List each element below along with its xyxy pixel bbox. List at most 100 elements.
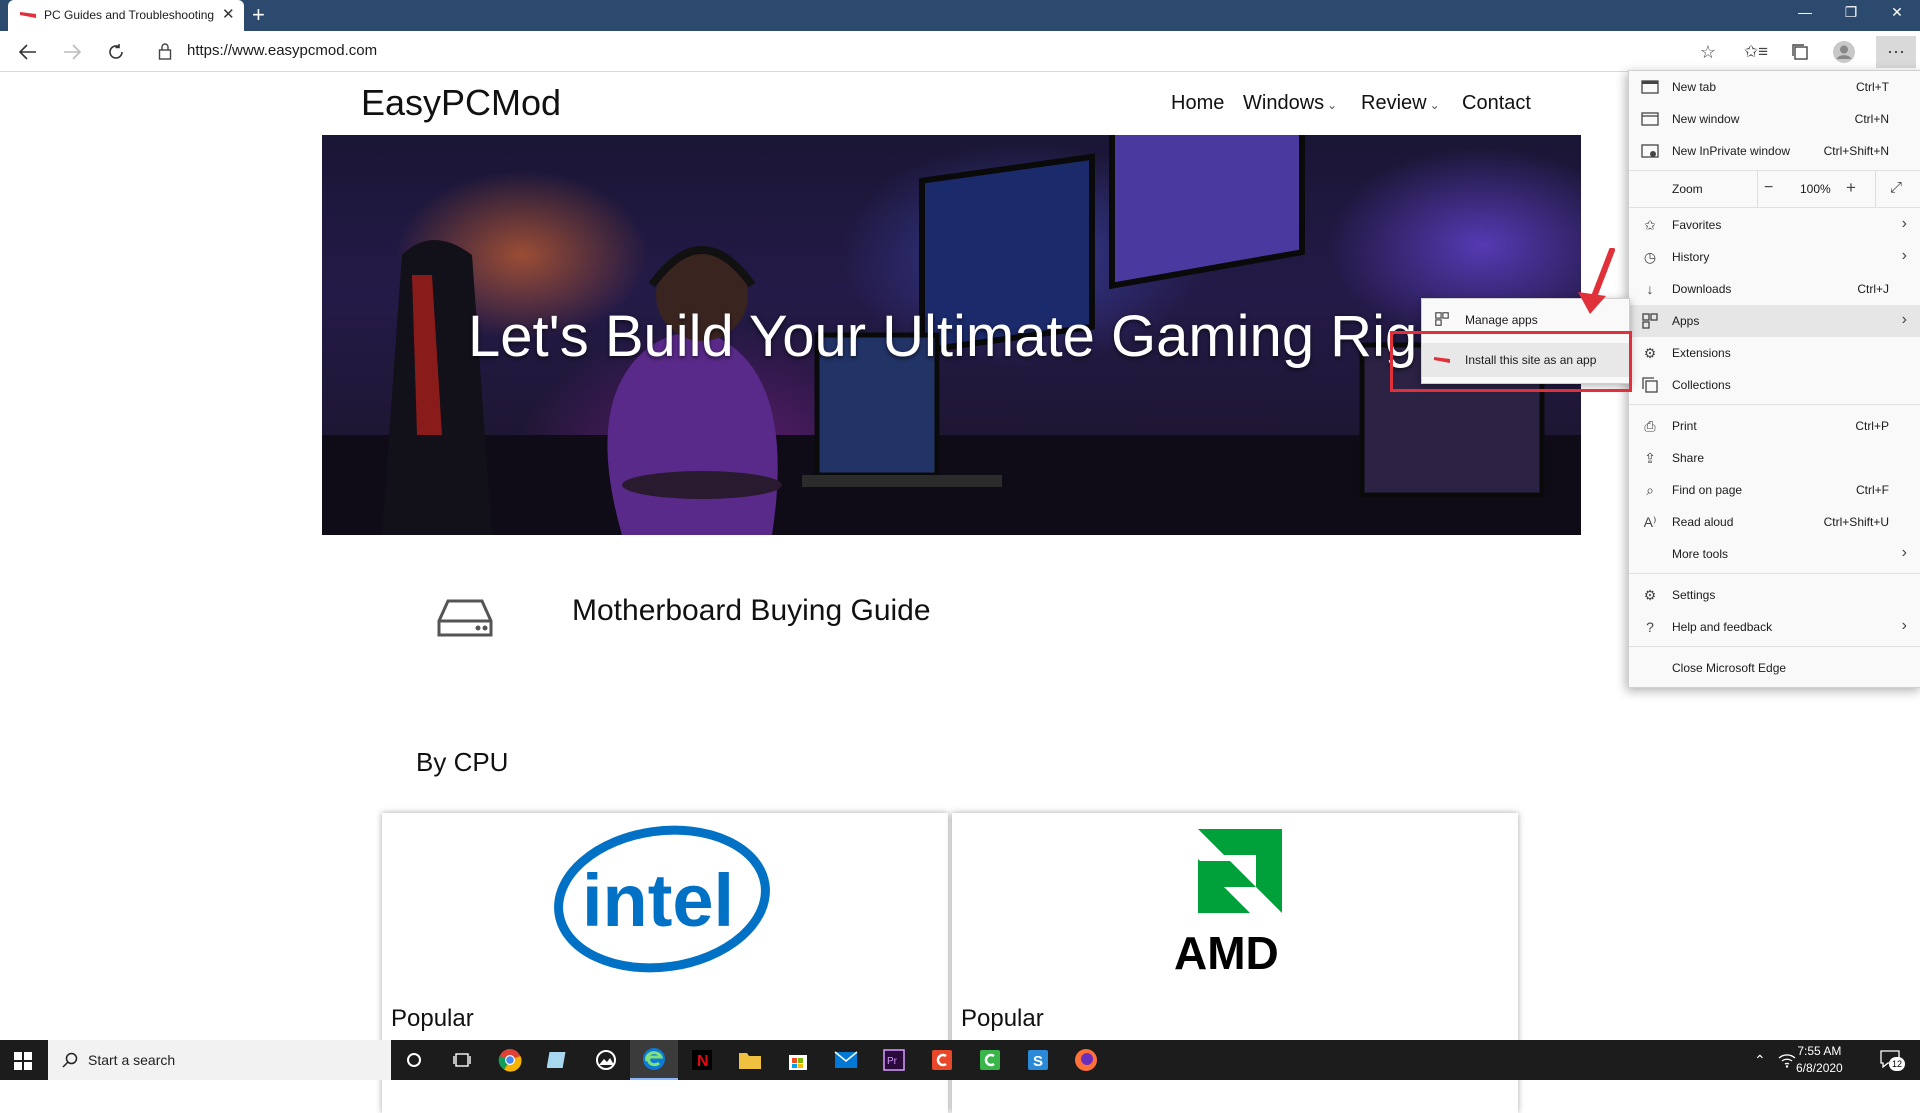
- nav-home[interactable]: Home: [1171, 92, 1224, 115]
- taskbar-xbox[interactable]: [582, 1040, 630, 1080]
- shortcut-text: Ctrl+T: [1856, 80, 1889, 94]
- menu-item-label: Settings: [1672, 588, 1716, 602]
- add-favorite-button[interactable]: ☆: [1694, 40, 1722, 64]
- close-window-button[interactable]: ✕: [1874, 0, 1920, 31]
- site-logo-title[interactable]: EasyPCMod: [361, 82, 561, 124]
- zoom-level: 100%: [1800, 182, 1831, 196]
- shortcut-text: Ctrl+Shift+N: [1823, 144, 1889, 158]
- edge-icon: [643, 1048, 665, 1070]
- taskbar-premiere[interactable]: Pr: [870, 1040, 918, 1080]
- green-c-app-icon: [980, 1050, 1000, 1070]
- taskbar-firefox[interactable]: [1062, 1040, 1110, 1080]
- blue-s-app-icon: S: [1028, 1050, 1048, 1070]
- action-center-button[interactable]: 12: [1880, 1048, 1905, 1072]
- settings-and-more-button[interactable]: ···: [1876, 36, 1916, 68]
- menu-item-label: Apps: [1672, 314, 1700, 328]
- menu-favorites[interactable]: ✩ Favorites ›: [1629, 209, 1920, 241]
- show-hidden-icons-chevron-icon[interactable]: ⌃: [1754, 1052, 1766, 1069]
- menu-new-window[interactable]: New window Ctrl+N: [1629, 103, 1920, 135]
- menu-item-label: Zoom: [1672, 182, 1703, 196]
- favorites-button[interactable]: ✩≡: [1742, 40, 1770, 64]
- menu-item-label: Help and feedback: [1672, 620, 1773, 634]
- shortcut-text: Ctrl+P: [1855, 419, 1889, 433]
- taskbar-netflix[interactable]: N: [678, 1040, 726, 1080]
- taskbar-file-explorer[interactable]: [726, 1040, 774, 1080]
- amd-logo: AMD: [1174, 829, 1282, 979]
- menu-collections[interactable]: Collections: [1629, 369, 1920, 401]
- profile-button[interactable]: [1830, 40, 1858, 64]
- tab-close-icon[interactable]: ✕: [222, 5, 235, 23]
- taskbar-mail[interactable]: [822, 1040, 870, 1080]
- menu-help-feedback[interactable]: ? Help and feedback ›: [1629, 611, 1920, 643]
- menu-print[interactable]: ⎙ Print Ctrl+P: [1629, 410, 1920, 442]
- start-button[interactable]: [0, 1040, 48, 1080]
- svg-text:N: N: [697, 1053, 709, 1070]
- menu-more-tools[interactable]: More tools ›: [1629, 538, 1920, 570]
- taskbar-search-box[interactable]: Start a search: [48, 1040, 391, 1080]
- svg-text:Pr: Pr: [887, 1056, 898, 1067]
- menu-settings[interactable]: ⚙ Settings: [1629, 579, 1920, 611]
- zoom-out-button[interactable]: −: [1764, 179, 1773, 197]
- nav-review[interactable]: Review ⌄: [1361, 92, 1440, 115]
- fullscreen-expand-icon[interactable]: ⤢: [1890, 179, 1902, 196]
- lock-icon[interactable]: [158, 42, 172, 60]
- new-tab-button[interactable]: +: [252, 2, 265, 28]
- task-view-button[interactable]: [438, 1040, 486, 1080]
- menu-item-label: More tools: [1672, 547, 1729, 561]
- favorites-star-icon: ✩: [1644, 217, 1656, 233]
- address-bar-url[interactable]: https://www.easypcmod.com: [187, 42, 377, 59]
- collections-button[interactable]: [1786, 40, 1814, 64]
- menu-close-edge[interactable]: Close Microsoft Edge: [1629, 652, 1920, 684]
- menu-item-label: New tab: [1672, 80, 1717, 94]
- menu-downloads[interactable]: ↓ Downloads Ctrl+J: [1629, 273, 1920, 305]
- nav-windows[interactable]: Windows ⌄: [1243, 92, 1337, 115]
- menu-item-label: New InPrivate window: [1672, 144, 1791, 158]
- taskbar-app-blue[interactable]: S: [1014, 1040, 1062, 1080]
- star-icon: ☆: [1699, 41, 1717, 62]
- clock-date: 6/8/2020: [1796, 1061, 1843, 1075]
- restore-button[interactable]: ❐: [1828, 0, 1874, 31]
- favorites-list-icon: ✩≡: [1743, 42, 1769, 61]
- wifi-icon[interactable]: [1778, 1052, 1796, 1068]
- read-aloud-icon: A⁾: [1643, 514, 1657, 530]
- submenu-item-label: Manage apps: [1465, 313, 1538, 327]
- taskbar-app-green[interactable]: [966, 1040, 1014, 1080]
- cortana-button[interactable]: [390, 1040, 438, 1080]
- taskbar-store[interactable]: [774, 1040, 822, 1080]
- taskbar-notepad[interactable]: [534, 1040, 582, 1080]
- hard-drive-icon: [437, 599, 493, 637]
- share-icon: ⇪: [1644, 450, 1656, 466]
- refresh-button[interactable]: [102, 40, 130, 64]
- taskbar-app-red[interactable]: [918, 1040, 966, 1080]
- menu-share[interactable]: ⇪ Share: [1629, 442, 1920, 474]
- settings-gear-icon: ⚙: [1643, 587, 1657, 603]
- menu-find-on-page[interactable]: ⌕ Find on page Ctrl+F: [1629, 474, 1920, 506]
- menu-extensions[interactable]: ⚙ Extensions: [1629, 337, 1920, 369]
- guide-title[interactable]: Motherboard Buying Guide: [572, 594, 931, 628]
- zoom-in-button[interactable]: +: [1846, 178, 1856, 198]
- taskbar-chrome[interactable]: [486, 1040, 534, 1080]
- shortcut-text: Ctrl+J: [1857, 282, 1889, 296]
- taskbar-edge[interactable]: [630, 1040, 678, 1080]
- menu-apps[interactable]: Apps ›: [1629, 305, 1920, 337]
- menu-read-aloud[interactable]: A⁾ Read aloud Ctrl+Shift+U: [1629, 506, 1920, 538]
- back-button[interactable]: [14, 40, 42, 64]
- taskbar-clock[interactable]: 7:55 AM 6/8/2020: [1796, 1043, 1843, 1077]
- task-view-icon: [453, 1053, 471, 1067]
- browser-tab[interactable]: PC Guides and Troubleshooting ✕: [8, 0, 244, 31]
- nav-contact[interactable]: Contact: [1462, 92, 1531, 115]
- menu-history[interactable]: ◷ History ›: [1629, 241, 1920, 273]
- menu-new-tab[interactable]: New tab Ctrl+T: [1629, 71, 1920, 103]
- minimize-button[interactable]: —: [1782, 0, 1828, 31]
- svg-text:S: S: [1033, 1053, 1043, 1070]
- collections-icon: [1642, 377, 1658, 393]
- inprivate-icon: [1641, 144, 1659, 158]
- shortcut-text: Ctrl+N: [1854, 112, 1889, 126]
- menu-new-inprivate[interactable]: New InPrivate window Ctrl+Shift+N: [1629, 135, 1920, 167]
- chevron-right-icon: ›: [1901, 544, 1907, 561]
- history-clock-icon: ◷: [1643, 249, 1657, 265]
- forward-button[interactable]: [58, 40, 86, 64]
- profile-avatar-icon: [1833, 41, 1855, 63]
- netflix-icon: N: [692, 1050, 712, 1070]
- zoom-divider: [1875, 171, 1876, 207]
